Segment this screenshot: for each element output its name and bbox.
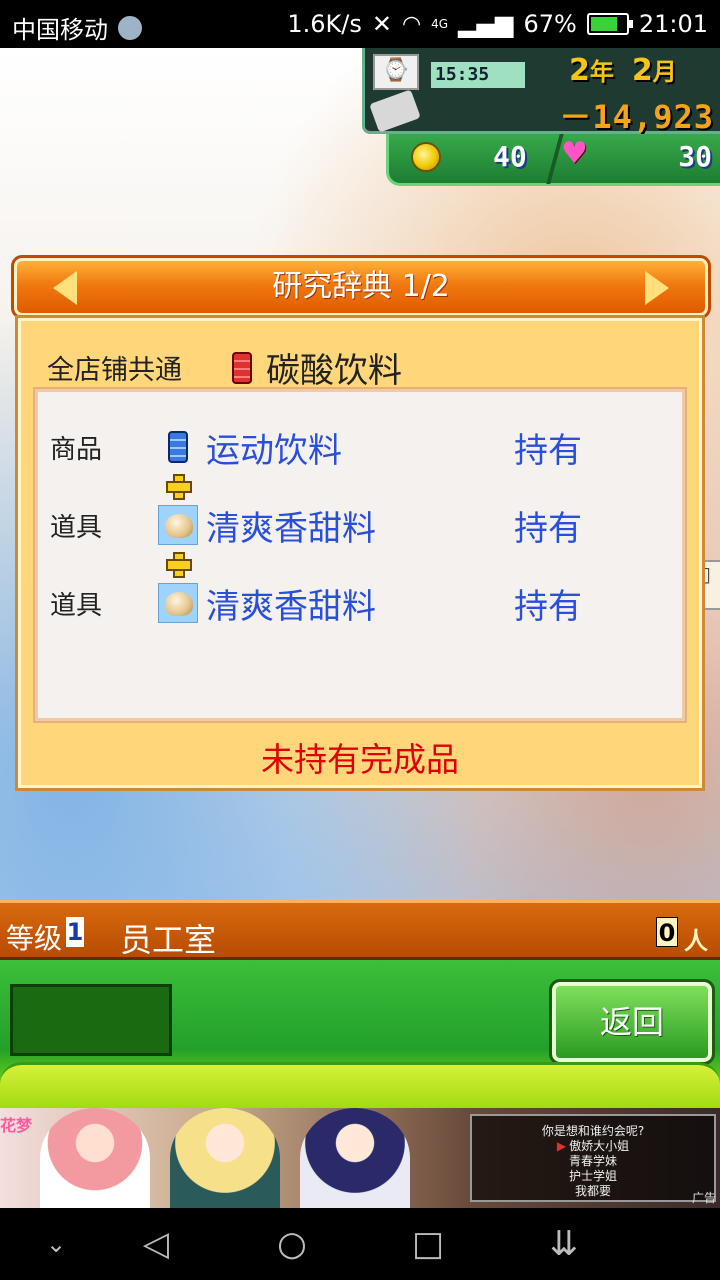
ingredient-status: 持有 [514, 586, 582, 627]
network-type: 4G [431, 17, 449, 31]
dictionary-title: 研究辞典 1/2 [272, 269, 450, 304]
heart-icon: ♥ [561, 136, 588, 171]
ingredient-status: 持有 [514, 508, 582, 549]
ingredient-kind: 道具 [50, 590, 103, 621]
ad-character-image [300, 1108, 410, 1208]
coin-count: 40 [493, 140, 527, 173]
ad-logo: 花梦 [0, 1116, 33, 1135]
level-value: 1 [66, 917, 84, 947]
ingredient-kind: 道具 [50, 512, 103, 543]
panel-stripe [0, 1062, 720, 1108]
blue-can-icon [168, 431, 188, 463]
recipe-scope: 全店铺共通 [47, 355, 182, 386]
ad-character-image [40, 1108, 150, 1208]
ad-option: 我都要 [574, 1184, 611, 1198]
clock-time: 21:01 [638, 10, 708, 38]
money-amount: －14,923 [559, 98, 714, 136]
ingredient-list: 商品 运动饮料 持有 道具 清爽香甜料 持有 道具 清爽香甜料 持有 [33, 387, 687, 723]
back-button[interactable]: 返回 [549, 979, 715, 1065]
recipe-target: 碳酸饮料 [232, 343, 402, 392]
game-time: 15:35 [431, 62, 525, 88]
sweetener-icon [158, 505, 198, 545]
battery-percent: 67% [523, 10, 577, 38]
plus-icon [166, 552, 192, 578]
red-can-icon [232, 351, 252, 384]
ad-option: 护士学姐 [568, 1169, 617, 1183]
ingredient-name[interactable]: 运动饮料 [204, 423, 514, 472]
ad-question: 你是想和谁约会呢? [541, 1124, 645, 1138]
dictionary-header: 研究辞典 1/2 [11, 255, 711, 319]
ad-character-image [170, 1108, 280, 1208]
ingredient-name[interactable]: 清爽香甜料 [204, 579, 514, 628]
recents-icon[interactable]: □ [404, 1220, 452, 1268]
coin-icon [411, 142, 441, 172]
recipe-header: 全店铺共通 碳酸饮料 [47, 343, 402, 392]
ad-choice-box: 你是想和谁约会呢? 傲娇大小姐 青春学妹 护士学姐 我都要 [470, 1114, 716, 1202]
ingredient-row: 道具 清爽香甜料 持有 [50, 578, 680, 628]
ingredient-kind: 商品 [50, 434, 103, 465]
month-number: 2 [631, 53, 653, 88]
hud-top-panel: ⌚ 15:35 2年 2月 －14,923 [362, 48, 720, 136]
home-icon[interactable]: ○ [268, 1220, 316, 1268]
network-speed: 1.6K/s [287, 10, 362, 38]
action-panel: 返回 [0, 960, 720, 1108]
status-bar: 中国移动 1.6K/s ✕ ◠ 4G ▂▄▆ 67% 21:01 [0, 0, 720, 48]
game-date: 2年 2月 [569, 52, 677, 88]
navigation-bar: ⌄ ◁ ○ □ ⇊ [0, 1208, 720, 1280]
next-page-arrow-icon[interactable] [645, 271, 669, 305]
wifi-icon: ◠ [401, 11, 422, 37]
carrier-name: 中国移动 [12, 16, 108, 44]
ingredient-status: 持有 [514, 430, 582, 471]
plus-icon [166, 474, 192, 500]
room-level-bar: 等级 1 员工室 0 人 [0, 900, 720, 960]
back-nav-icon[interactable]: ◁ [132, 1220, 180, 1268]
empty-slot [10, 984, 172, 1056]
recipe-target-name: 碳酸饮料 [266, 351, 402, 391]
globe-icon [118, 15, 142, 40]
ad-option: 青春学妹 [568, 1154, 617, 1168]
dictionary-body: 全店铺共通 碳酸饮料 商品 运动饮料 持有 道具 清爽香甜料 持有 道具 清爽香… [15, 315, 705, 791]
mute-icon: ✕ [371, 10, 392, 38]
staff-count: 0 [656, 917, 678, 947]
room-name: 员工室 [120, 921, 217, 959]
year-number: 2 [569, 53, 590, 88]
money-icon [369, 89, 421, 133]
sweetener-icon [158, 583, 198, 623]
completion-status: 未持有完成品 [261, 740, 459, 779]
hud-resources-panel: 40 ♥ 30 [386, 134, 720, 186]
signal-icon: ▂▄▆ [458, 10, 514, 38]
month-unit: 月 [652, 58, 677, 86]
person-icon: 人 [684, 927, 708, 955]
ad-banner[interactable]: 花梦 你是想和谁约会呢? 傲娇大小姐 青春学妹 护士学姐 我都要 广告 [0, 1108, 720, 1208]
notification-pull-icon[interactable]: ⇊ [540, 1220, 588, 1268]
battery-icon [586, 13, 633, 35]
level-label: 等级 [6, 922, 63, 955]
year-unit: 年 [589, 58, 614, 86]
chevron-down-icon[interactable]: ⌄ [32, 1220, 80, 1268]
calendar-clock-icon: ⌚ [373, 54, 419, 90]
ad-option: 傲娇大小姐 [472, 1139, 714, 1154]
ingredient-row: 商品 运动饮料 持有 [50, 422, 680, 472]
heart-count: 30 [678, 140, 712, 173]
ingredient-row: 道具 清爽香甜料 持有 [50, 500, 680, 550]
ingredient-name[interactable]: 清爽香甜料 [204, 501, 514, 550]
ad-tag: 广告 [691, 1191, 716, 1205]
